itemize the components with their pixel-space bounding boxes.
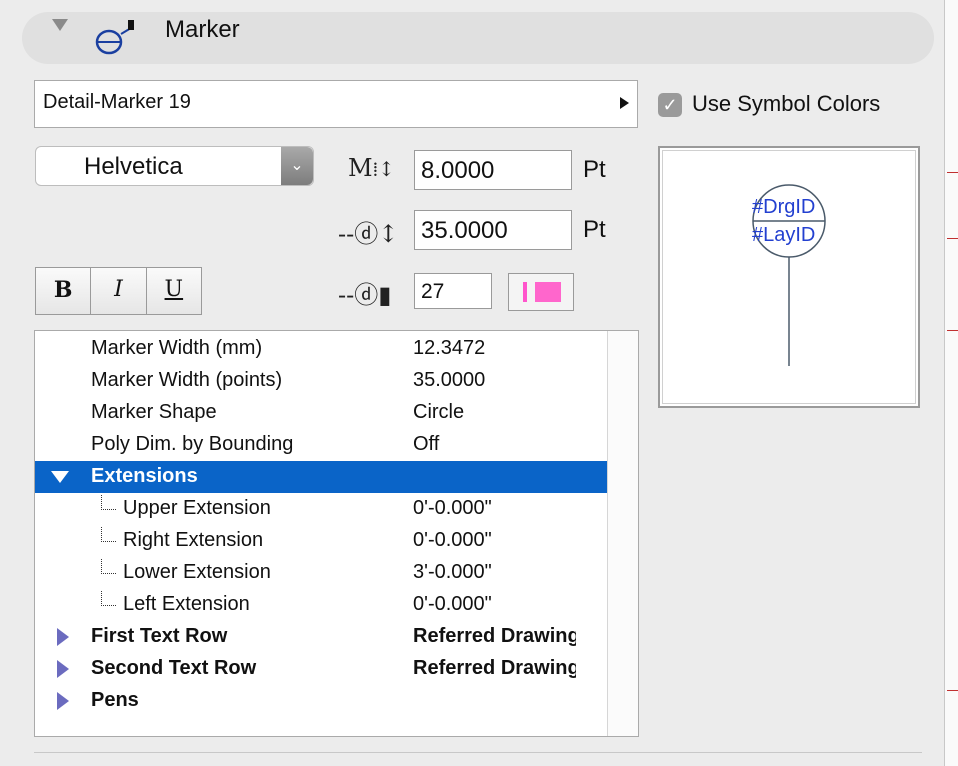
settings-group-extensions[interactable]: Extensions (35, 461, 607, 493)
row-label: Second Text Row (91, 657, 257, 679)
marker-pen-icon: --ⓓ▮ (338, 281, 392, 309)
tree-branch-icon (101, 495, 116, 510)
settings-row[interactable]: Marker Width (mm) 12.3472 (35, 333, 607, 365)
underline-button[interactable]: U (146, 268, 201, 314)
row-value: 12.3472 (413, 337, 486, 359)
marker-type-popup[interactable]: Detail-Marker 19 (34, 80, 638, 128)
window-edge (944, 0, 958, 766)
row-value: Referred Drawing (413, 657, 576, 679)
edge-tick (947, 690, 958, 691)
marker-pen-input[interactable]: 27 (414, 273, 492, 309)
settings-group-first-text-row[interactable]: First Text Row Referred Drawing (35, 621, 607, 653)
row-label: Marker Shape (91, 401, 217, 423)
settings-row[interactable]: Right Extension 0'-0.000" (35, 525, 607, 557)
row-label: Extensions (91, 465, 198, 487)
edge-tick (947, 172, 958, 173)
edge-tick (947, 330, 958, 331)
row-value: 0'-0.000" (413, 497, 492, 519)
row-label: Lower Extension (123, 561, 271, 583)
settings-row[interactable]: Upper Extension 0'-0.000" (35, 493, 607, 525)
pen-color-bar (523, 282, 527, 302)
row-label: Marker Width (mm) (91, 337, 263, 359)
pen-color-swatch (535, 282, 561, 302)
row-value: 3'-0.000" (413, 561, 492, 583)
tree-branch-icon (101, 559, 116, 574)
collapsed-triangle-icon[interactable] (57, 660, 69, 678)
settings-row[interactable]: Lower Extension 3'-0.000" (35, 557, 607, 589)
divider (34, 752, 922, 753)
settings-list: Marker Width (mm) 12.3472 Marker Width (… (34, 330, 639, 737)
bold-button[interactable]: B (36, 268, 92, 314)
row-label: Left Extension (123, 593, 250, 615)
preview-drawing-id: #DrgID (752, 196, 816, 218)
row-value: 0'-0.000" (413, 529, 492, 551)
expanded-triangle-icon[interactable] (51, 471, 69, 483)
row-label: Poly Dim. by Bounding (91, 433, 294, 455)
row-label: First Text Row (91, 625, 228, 647)
row-label: Right Extension (123, 529, 264, 551)
marker-size-icon: --ⓓ↕ (338, 220, 399, 248)
text-size-unit: Pt (583, 156, 606, 183)
font-family-value: Helvetica (84, 153, 183, 180)
row-value: Off (413, 433, 440, 455)
collapsed-triangle-icon[interactable] (57, 692, 69, 710)
settings-row[interactable]: Left Extension 0'-0.000" (35, 589, 607, 621)
settings-scrollbar[interactable] (607, 331, 638, 736)
panel-title: Marker (165, 16, 240, 43)
row-value: 0'-0.000" (413, 593, 492, 615)
row-label: Marker Width (points) (91, 369, 283, 391)
preview-marker-drawing (752, 184, 826, 366)
font-family-select[interactable]: Helvetica ⌄ (35, 146, 314, 186)
use-symbol-colors-checkbox[interactable]: ✓ (658, 93, 682, 117)
panel-header[interactable] (22, 12, 934, 64)
marker-size-input[interactable]: 35.0000 (414, 210, 572, 250)
text-size-input[interactable]: 8.0000 (414, 150, 572, 190)
settings-row[interactable]: Poly Dim. by Bounding Off (35, 429, 607, 461)
tree-branch-icon (101, 527, 116, 542)
popup-arrow-icon (620, 97, 629, 109)
row-label: Pens (91, 689, 139, 711)
settings-row[interactable]: Marker Shape Circle (35, 397, 607, 429)
row-value: Referred Drawing (413, 625, 576, 647)
settings-row[interactable]: Marker Width (points) 35.0000 (35, 365, 607, 397)
marker-tool-icon (95, 20, 134, 55)
use-symbol-colors-label: Use Symbol Colors (692, 91, 881, 116)
marker-size-unit: Pt (583, 216, 606, 243)
collapse-triangle-icon[interactable] (52, 19, 68, 31)
row-value: Circle (413, 401, 465, 423)
tree-branch-icon (101, 591, 116, 606)
edge-tick (947, 238, 958, 239)
settings-group-pens[interactable]: Pens (35, 685, 607, 717)
collapsed-triangle-icon[interactable] (57, 628, 69, 646)
pen-color-button[interactable] (508, 273, 574, 311)
settings-group-second-text-row[interactable]: Second Text Row Referred Drawing (35, 653, 607, 685)
text-style-buttons: B I U (35, 267, 202, 315)
text-size-icon: M⁞↕ (348, 154, 395, 182)
chevron-down-icon[interactable]: ⌄ (281, 147, 313, 185)
marker-type-value: Detail-Marker 19 (43, 91, 191, 113)
italic-button[interactable]: I (91, 268, 147, 314)
row-value: 35.0000 (413, 369, 486, 391)
marker-preview: #DrgID #LayID (658, 146, 920, 408)
row-label: Upper Extension (123, 497, 271, 519)
preview-layout-id: #LayID (752, 224, 816, 246)
